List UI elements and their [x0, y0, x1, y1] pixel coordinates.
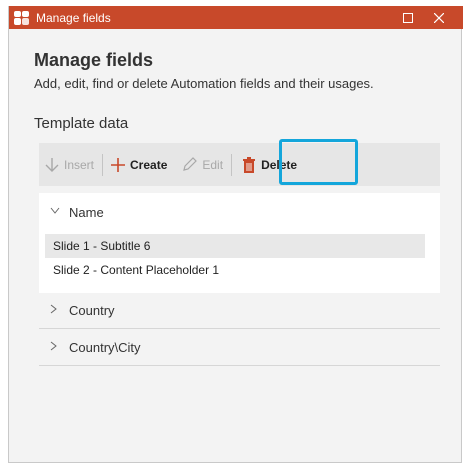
list-item-label: Slide 2 - Content Placeholder 1: [53, 263, 220, 277]
plus-icon: [111, 157, 126, 172]
close-button[interactable]: [427, 6, 451, 29]
arrow-down-icon: [45, 157, 59, 172]
close-icon: [434, 12, 444, 23]
window-title: Manage fields: [36, 10, 111, 25]
toolbar-divider: [102, 153, 104, 176]
edit-label: Edit: [202, 157, 224, 172]
dialog-content: Manage fields Add, edit, find or delete …: [9, 29, 461, 462]
group-header-country[interactable]: Country: [39, 293, 440, 329]
page-subtitle: Add, edit, find or delete Automation fie…: [34, 76, 374, 91]
title-bar: Manage fields: [9, 6, 463, 29]
group-label: Name: [69, 204, 104, 220]
list-item-label: Slide 1 - Subtitle 6: [53, 239, 151, 253]
section-title: Template data: [34, 115, 129, 132]
pencil-icon: [183, 156, 198, 171]
chevron-down-icon: [50, 206, 64, 218]
fields-toolbar: Insert Create Edit Delete: [39, 139, 440, 186]
group-header-country-city[interactable]: Country\City: [39, 330, 440, 366]
insert-button[interactable]: Insert: [45, 143, 94, 186]
manage-fields-window: Manage fields Manage fields Add, edit, f…: [8, 6, 463, 463]
group-label: Country\City: [69, 340, 141, 355]
toolbar-divider: [231, 153, 233, 176]
app-logo-icon: [14, 10, 30, 25]
maximize-icon: [403, 12, 413, 23]
edit-button[interactable]: Edit: [181, 143, 223, 186]
page-title: Manage fields: [34, 50, 154, 70]
delete-highlight-box: [279, 139, 358, 185]
group-header-name[interactable]: Name: [39, 193, 440, 231]
insert-label: Insert: [64, 157, 95, 172]
list-item-selected[interactable]: Slide 1 - Subtitle 6: [45, 234, 425, 258]
trash-icon: [243, 156, 256, 173]
create-button[interactable]: Create: [111, 143, 167, 186]
create-label: Create: [130, 157, 168, 172]
chevron-right-icon: [50, 341, 64, 354]
maximize-button[interactable]: [396, 6, 420, 29]
expanded-group-panel: Name Slide 1 - Subtitle 6 Slide 2 - Cont…: [39, 193, 440, 293]
chevron-right-icon: [50, 304, 64, 317]
list-item[interactable]: Slide 2 - Content Placeholder 1: [45, 258, 425, 282]
group-label: Country: [69, 303, 115, 318]
